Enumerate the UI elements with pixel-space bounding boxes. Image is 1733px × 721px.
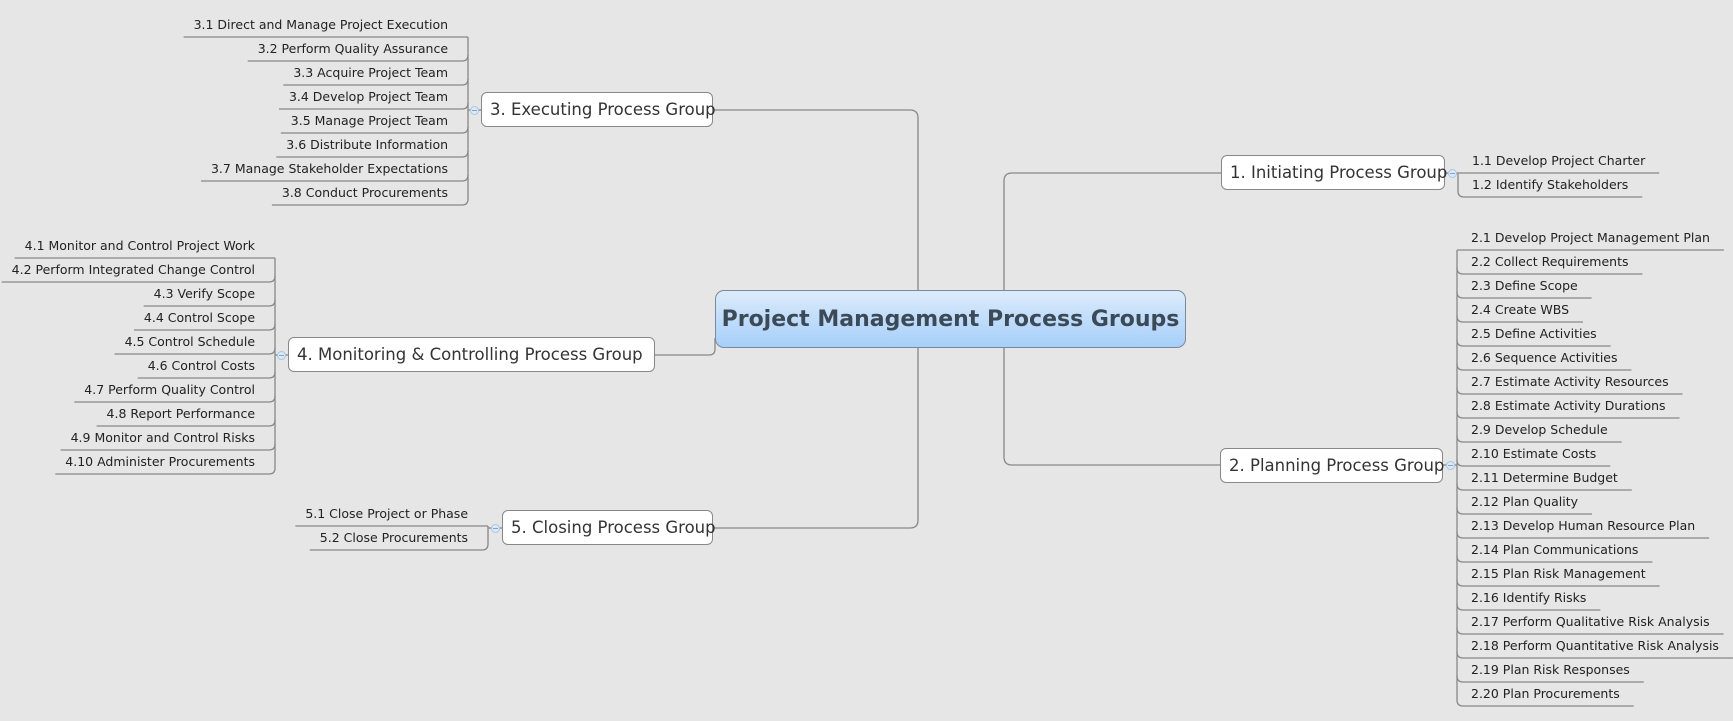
connector-monitoring xyxy=(655,338,716,356)
subtopic-item[interactable]: 3.3 Acquire Project Team xyxy=(293,62,448,86)
collapse-toggle-icon[interactable] xyxy=(470,106,479,115)
subtopic-item[interactable]: 4.6 Control Costs xyxy=(148,355,255,379)
subtopic-item[interactable]: 5.2 Close Procurements xyxy=(320,527,468,551)
subtopic-item[interactable]: 2.4 Create WBS xyxy=(1471,299,1569,323)
subtopic-item[interactable]: 1.2 Identify Stakeholders xyxy=(1472,174,1628,198)
connector-planning xyxy=(1003,348,1220,466)
subtopic-item[interactable]: 2.9 Develop Schedule xyxy=(1471,419,1608,443)
subtopic-item[interactable]: 5.1 Close Project or Phase xyxy=(305,503,468,527)
connector-closing xyxy=(713,348,919,529)
subtopic-item[interactable]: 3.5 Manage Project Team xyxy=(291,110,448,134)
central-topic-title: Project Management Process Groups xyxy=(721,306,1180,332)
subtopic-item[interactable]: 2.5 Define Activities xyxy=(1471,323,1597,347)
subtopic-item[interactable]: 2.16 Identify Risks xyxy=(1471,587,1586,611)
subtopic-item[interactable]: 1.1 Develop Project Charter xyxy=(1472,150,1645,174)
group-title: 2. Planning Process Group xyxy=(1229,456,1445,475)
subtopic-item[interactable]: 2.2 Collect Requirements xyxy=(1471,251,1629,275)
group-closing[interactable]: 5. Closing Process Group xyxy=(502,510,716,545)
connector-initiating xyxy=(1003,172,1221,290)
subtopic-item[interactable]: 3.8 Conduct Procurements xyxy=(282,182,448,206)
subtopic-item[interactable]: 2.7 Estimate Activity Resources xyxy=(1471,371,1669,395)
collapse-toggle-icon[interactable] xyxy=(1446,461,1455,470)
subtopic-item[interactable]: 3.6 Distribute Information xyxy=(286,134,448,158)
subtopic-item[interactable]: 4.8 Report Performance xyxy=(107,403,255,427)
subtopic-item[interactable]: 3.7 Manage Stakeholder Expectations xyxy=(211,158,448,182)
subtopic-item[interactable]: 4.1 Monitor and Control Project Work xyxy=(25,235,255,259)
subtopic-item[interactable]: 2.8 Estimate Activity Durations xyxy=(1471,395,1666,419)
subtopic-item[interactable]: 3.1 Direct and Manage Project Execution xyxy=(194,14,448,38)
subtopic-item[interactable]: 4.4 Control Scope xyxy=(144,307,255,331)
group-initiating[interactable]: 1. Initiating Process Group xyxy=(1221,155,1448,190)
group-executing[interactable]: 3. Executing Process Group xyxy=(481,92,716,127)
group-planning[interactable]: 2. Planning Process Group xyxy=(1220,448,1445,483)
collapse-toggle-icon[interactable] xyxy=(277,351,286,360)
connector-executing xyxy=(713,109,919,290)
group-title: 4. Monitoring & Controlling Process Grou… xyxy=(297,345,643,364)
subtopic-item[interactable]: 2.3 Define Scope xyxy=(1471,275,1578,299)
subtopic-item[interactable]: 2.12 Plan Quality xyxy=(1471,491,1578,515)
subtopic-item[interactable]: 2.14 Plan Communications xyxy=(1471,539,1638,563)
subtopic-item[interactable]: 4.7 Perform Quality Control xyxy=(84,379,255,403)
subtopic-item[interactable]: 2.18 Perform Quantitative Risk Analysis xyxy=(1471,635,1719,659)
subtopic-item[interactable]: 2.13 Develop Human Resource Plan xyxy=(1471,515,1695,539)
subtopic-item[interactable]: 4.2 Perform Integrated Change Control xyxy=(12,259,255,283)
subtopic-item[interactable]: 3.2 Perform Quality Assurance xyxy=(258,38,448,62)
central-topic[interactable]: Project Management Process Groups xyxy=(715,290,1186,348)
subtopic-item[interactable]: 2.6 Sequence Activities xyxy=(1471,347,1618,371)
subtopic-item[interactable]: 2.17 Perform Qualitative Risk Analysis xyxy=(1471,611,1710,635)
collapse-toggle-icon[interactable] xyxy=(491,524,500,533)
subtopic-item[interactable]: 2.20 Plan Procurements xyxy=(1471,683,1620,707)
subtopic-item[interactable]: 2.1 Develop Project Management Plan xyxy=(1471,227,1710,251)
subtopic-item[interactable]: 2.19 Plan Risk Responses xyxy=(1471,659,1630,683)
subtopic-item[interactable]: 2.10 Estimate Costs xyxy=(1471,443,1596,467)
subtopic-item[interactable]: 4.5 Control Schedule xyxy=(125,331,255,355)
group-title: 5. Closing Process Group xyxy=(511,518,716,537)
collapse-toggle-icon[interactable] xyxy=(1448,169,1457,178)
subtopic-item[interactable]: 4.3 Verify Scope xyxy=(154,283,255,307)
subtopic-item[interactable]: 2.11 Determine Budget xyxy=(1471,467,1618,491)
group-monitoring[interactable]: 4. Monitoring & Controlling Process Grou… xyxy=(288,337,655,372)
group-title: 3. Executing Process Group xyxy=(490,100,716,119)
subtopic-item[interactable]: 2.15 Plan Risk Management xyxy=(1471,563,1646,587)
subtopic-item[interactable]: 4.9 Monitor and Control Risks xyxy=(71,427,255,451)
subtopic-item[interactable]: 4.10 Administer Procurements xyxy=(65,451,255,475)
subtopic-item[interactable]: 3.4 Develop Project Team xyxy=(289,86,448,110)
group-title: 1. Initiating Process Group xyxy=(1230,163,1448,182)
